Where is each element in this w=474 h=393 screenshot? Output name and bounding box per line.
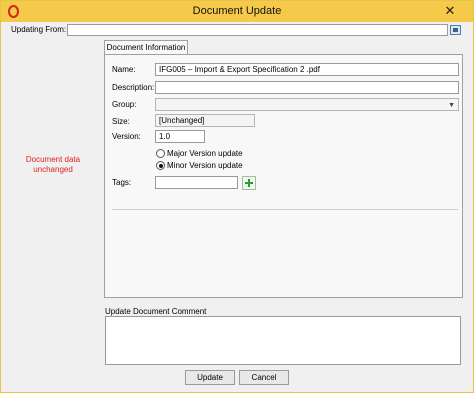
browse-icon[interactable] [450, 25, 461, 35]
tags-label: Tags: [112, 178, 132, 187]
update-button[interactable]: Update [185, 370, 235, 385]
major-version-label: Major Version update [167, 149, 243, 158]
status-message: Document data unchanged [25, 155, 81, 174]
group-label: Group: [112, 100, 137, 109]
major-version-radio[interactable] [156, 149, 165, 158]
name-label: Name: [112, 65, 136, 74]
tab-document-information[interactable]: Document Information [104, 40, 188, 55]
size-label: Size: [112, 117, 130, 126]
comment-label: Update Document Comment [105, 307, 207, 316]
title-bar[interactable]: Document Update ✕ [1, 1, 473, 22]
comment-textarea[interactable] [105, 316, 461, 365]
close-button[interactable]: ✕ [435, 2, 465, 19]
size-field: [Unchanged] [155, 114, 255, 127]
group-select[interactable]: ▼ [155, 98, 459, 111]
updating-from-field[interactable] [67, 24, 448, 36]
version-label: Version: [112, 132, 141, 141]
version-field[interactable]: 1.0 [155, 130, 205, 143]
minor-version-radio[interactable] [156, 161, 165, 170]
name-field[interactable]: IFG005 – Import & Export Specification 2… [155, 63, 459, 76]
panel-divider [112, 209, 458, 210]
updating-from-label: Updating From: [11, 25, 67, 34]
description-label: Description: [112, 83, 155, 92]
add-tag-button[interactable] [242, 176, 256, 190]
minor-version-label: Minor Version update [167, 161, 243, 170]
window-title: Document Update [192, 5, 282, 17]
description-field[interactable] [155, 81, 459, 94]
chevron-down-icon: ▼ [448, 102, 455, 109]
add-tag-plus-icon [245, 179, 253, 187]
document-update-window: Document Update ✕ Updating From: Documen… [0, 0, 474, 393]
cancel-button[interactable]: Cancel [239, 370, 289, 385]
tags-field[interactable] [155, 176, 238, 189]
